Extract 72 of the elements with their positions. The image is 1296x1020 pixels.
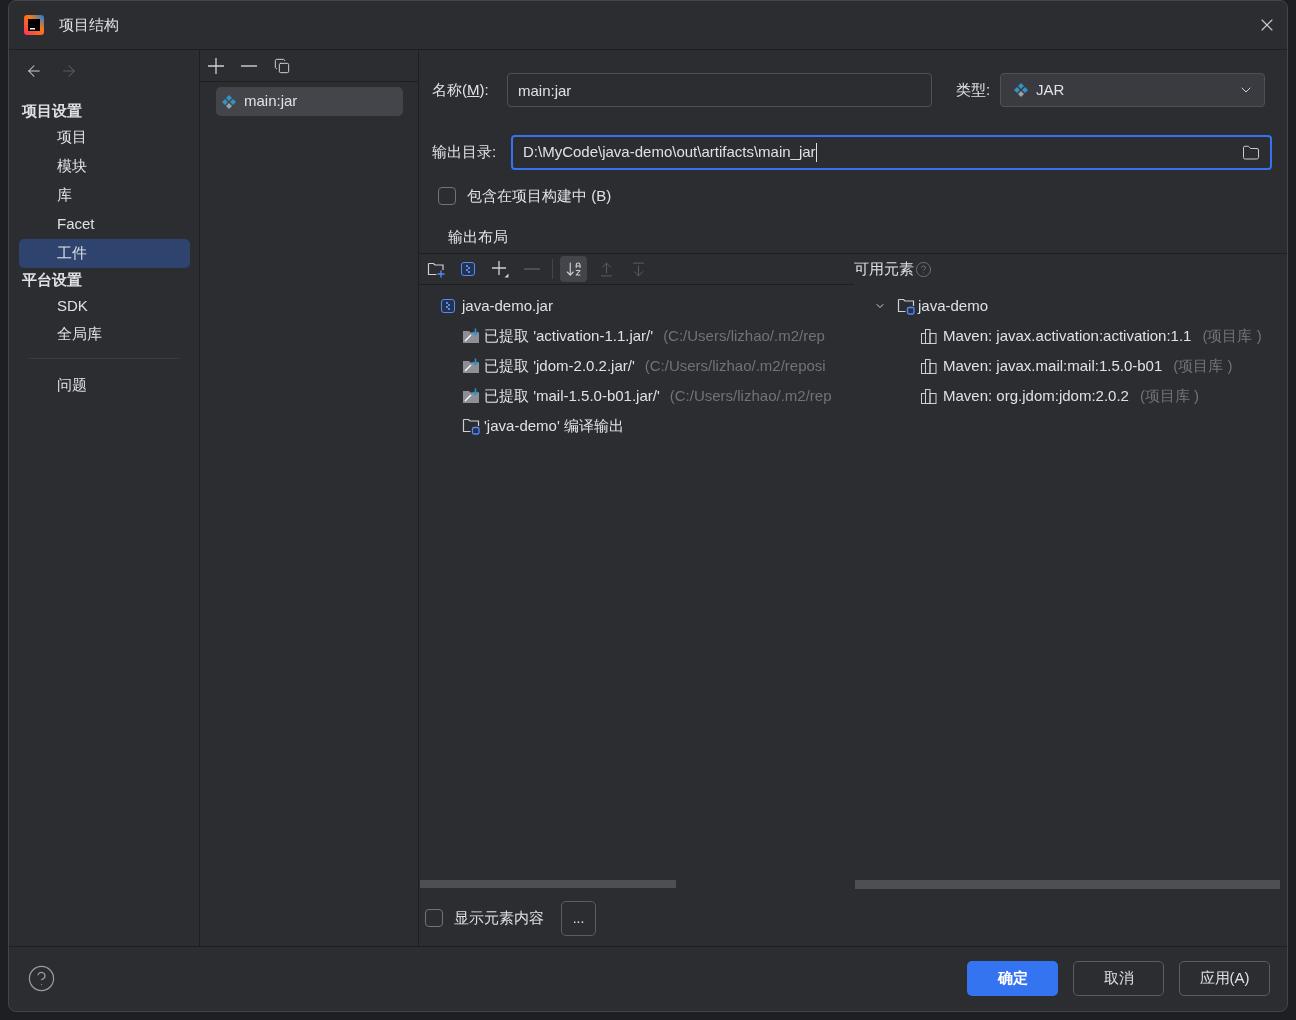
- output-dir-label: 输出目录:: [432, 142, 498, 163]
- sidebar-item[interactable]: 工件: [19, 239, 190, 268]
- help-button[interactable]: [27, 963, 56, 993]
- sidebar-item[interactable]: 全局库: [19, 320, 190, 348]
- sidebar-item[interactable]: 库: [19, 181, 190, 210]
- tree-item-label[interactable]: Maven: javax.activation:activation:1.1: [943, 324, 1192, 348]
- app-logo-icon: [24, 15, 44, 35]
- library-scope: (项目库 ): [1139, 385, 1200, 406]
- type-label: 类型:: [956, 79, 992, 100]
- extracted-folder-icon: [462, 388, 480, 404]
- minus-icon: [524, 268, 540, 270]
- path-detail: (C:/Users/lizhao/.m2/rep: [663, 325, 825, 346]
- archive-icon: [440, 298, 456, 314]
- sidebar-item[interactable]: 模块: [19, 152, 190, 181]
- library-icon: [920, 358, 938, 374]
- library-scope: (项目库 ): [1202, 325, 1262, 346]
- help-icon[interactable]: [915, 261, 932, 278]
- path-detail: (C:/Users/lizhao/.m2/rep: [669, 385, 832, 406]
- extracted-folder-icon: [462, 358, 480, 374]
- extracted-folder-icon: [462, 328, 480, 344]
- tree-item-label[interactable]: Maven: org.jdom:jdom:2.0.2: [943, 384, 1129, 408]
- more-button[interactable]: ...: [561, 900, 596, 936]
- section-tab[interactable]: 输出布局: [448, 225, 508, 249]
- tree-item-label[interactable]: 已提取 'jdom-2.0.2.jar/': [484, 354, 635, 378]
- output-dir-field[interactable]: D:\MyCode\java-demo\out\artifacts\main_jar: [511, 135, 1272, 170]
- artifact-item[interactable]: main:jar: [216, 87, 403, 116]
- path-detail: (C:/Users/lizhao/.m2/reposi: [644, 355, 826, 376]
- tree-item-label[interactable]: Maven: javax.mail:mail:1.5.0-b01: [943, 354, 1163, 378]
- window-title: 项目结构: [59, 14, 119, 35]
- plus-icon: [208, 57, 224, 74]
- artifact-jar-icon: [221, 93, 237, 110]
- module-folder-icon: [897, 297, 915, 315]
- sidebar-item[interactable]: SDK: [19, 292, 190, 320]
- artifact-name: main:jar: [244, 91, 298, 112]
- folder-plus-icon: [426, 260, 446, 278]
- minus-icon: [241, 64, 257, 67]
- library-scope: (项目库 ): [1173, 355, 1233, 376]
- module-folder-icon: [462, 417, 480, 435]
- sidebar-item[interactable]: 问题: [19, 371, 190, 399]
- section-heading: 平台设置: [22, 269, 82, 290]
- arrow-right-icon: [60, 62, 78, 80]
- sort-button[interactable]: [560, 256, 587, 282]
- sidebar-item[interactable]: 项目: [19, 123, 190, 152]
- dialog-button[interactable]: 应用(A): [1179, 960, 1270, 996]
- sort-icon: [564, 260, 583, 278]
- checkbox[interactable]: [425, 909, 443, 927]
- checkbox[interactable]: [438, 187, 456, 205]
- archive-icon: [460, 261, 476, 277]
- dialog-button[interactable]: 取消: [1073, 960, 1164, 996]
- tree-item-label[interactable]: java-demo.jar: [462, 294, 553, 318]
- sidebar-item[interactable]: Facet: [19, 210, 190, 239]
- name-label: 名称(M):: [432, 79, 490, 100]
- checkbox-label: 显示元素内容: [454, 907, 544, 928]
- plus-icon: [491, 260, 509, 278]
- library-icon: [920, 388, 938, 404]
- back-button[interactable]: [25, 62, 43, 80]
- section-heading: 项目设置: [22, 100, 82, 121]
- library-icon: [920, 328, 938, 344]
- jar-icon: [1013, 82, 1029, 98]
- panel-title: 可用元素: [854, 259, 914, 280]
- tree-item-label[interactable]: 'java-demo' 编译输出: [484, 414, 624, 438]
- name-field[interactable]: main:jar: [507, 73, 932, 107]
- tree-item-label[interactable]: 已提取 'activation-1.1.jar/': [484, 324, 654, 348]
- help-icon: [27, 963, 56, 993]
- type-dropdown[interactable]: JAR: [1000, 73, 1265, 107]
- checkbox-label: 包含在项目构建中 (B): [467, 185, 612, 206]
- folder-icon: [1242, 143, 1260, 162]
- primary-button[interactable]: 确定: [967, 960, 1058, 996]
- copy-icon: [274, 57, 290, 74]
- tree-item-label[interactable]: java-demo: [918, 294, 989, 318]
- text-cursor: [815, 143, 817, 162]
- tree-item-label[interactable]: 已提取 'mail-1.5.0-b01.jar/': [484, 384, 660, 408]
